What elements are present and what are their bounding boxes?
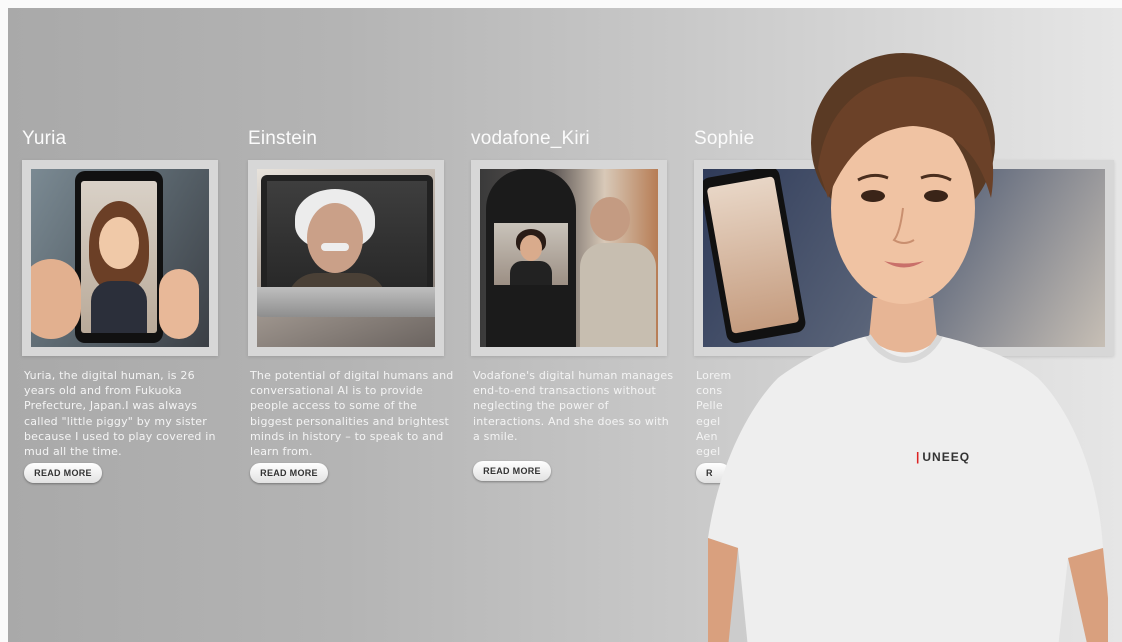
shirt-logo: | UNEEQ (916, 450, 971, 464)
card-image-frame[interactable] (22, 160, 218, 356)
card-image-frame[interactable] (471, 160, 667, 356)
kiosk-image (486, 169, 576, 347)
card-description: Yuria, the digital human, is 26 years ol… (24, 369, 216, 459)
card-title: Yuria (22, 128, 67, 149)
card-image (480, 169, 658, 347)
card-image (31, 169, 209, 347)
read-more-button[interactable]: READ MORE (24, 463, 102, 483)
card-description: Vodafone's digital human manages end-to-… (473, 369, 674, 443)
showcase-stage: Yuria Yuria, the digital human, is 26 ye… (8, 8, 1122, 642)
card-image (257, 169, 435, 347)
card-description: The potential of digital humans and conv… (250, 369, 454, 459)
card-image-frame[interactable] (248, 160, 444, 356)
phone-image (75, 171, 163, 343)
laptop-image (257, 175, 435, 317)
uneeq-logo-icon: | (916, 450, 921, 464)
read-more-button[interactable]: READ MORE (473, 461, 551, 481)
read-more-button[interactable]: READ MORE (250, 463, 328, 483)
card-title: Einstein (248, 128, 318, 149)
digital-human-presenter (708, 53, 1108, 642)
card-title: vodafone_Kiri (471, 128, 590, 149)
